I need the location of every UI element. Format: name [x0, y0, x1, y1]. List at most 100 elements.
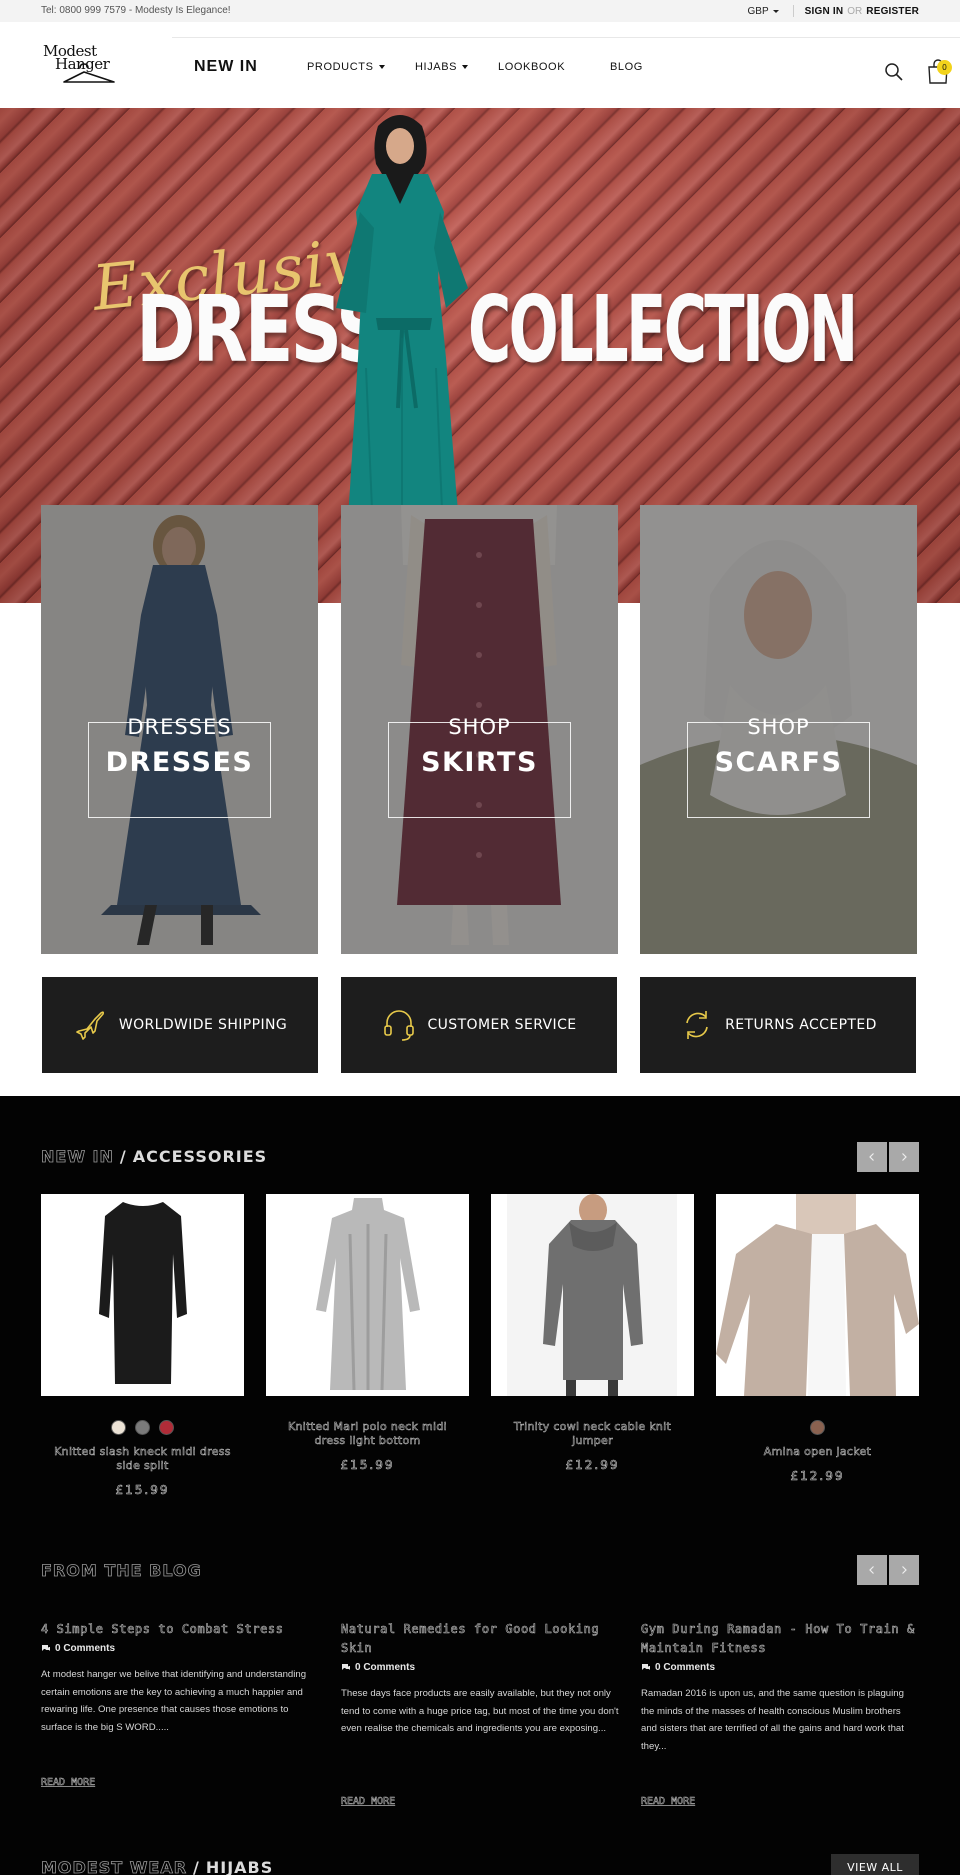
- carousel-next-button[interactable]: [889, 1142, 919, 1172]
- post-excerpt: At modest hanger we belive that identify…: [41, 1669, 307, 1733]
- color-swatch[interactable]: [135, 1420, 150, 1435]
- carousel-prev-button[interactable]: [857, 1142, 887, 1172]
- read-more-link[interactable]: READ MORE: [41, 1777, 96, 1789]
- comments-icon: [42, 1645, 50, 1651]
- sign-in-link[interactable]: SIGN IN: [805, 6, 844, 17]
- top-bar: Tel: 0800 999 7579 - Modesty Is Elegance…: [0, 0, 960, 22]
- section-title-dim[interactable]: NEW IN: [41, 1147, 114, 1167]
- service-label: RETURNS ACCEPTED: [725, 1017, 877, 1033]
- product-card[interactable]: Knitted Marl polo neck midi dress light …: [266, 1194, 469, 1472]
- product-price: £15.99: [340, 1458, 395, 1473]
- section-title-slash: /: [119, 1147, 127, 1166]
- service-customer-service[interactable]: CUSTOMER SERVICE: [341, 977, 617, 1073]
- tile-label-line2: SKIRTS: [421, 747, 538, 778]
- product-name[interactable]: Amina open jacket: [716, 1445, 919, 1459]
- headset-icon: [384, 1010, 415, 1041]
- product-image[interactable]: [266, 1194, 469, 1396]
- product-name[interactable]: Knitted slash kneck midi dress side spli…: [41, 1445, 244, 1473]
- section-title-dim[interactable]: FROM THE BLOG: [41, 1561, 202, 1581]
- post-comments[interactable]: 0 Comments: [41, 1643, 319, 1654]
- product-image[interactable]: [41, 1194, 244, 1396]
- color-swatch[interactable]: [159, 1420, 174, 1435]
- blog-post: 4 Simple Steps to Combat Stress 0 Commen…: [41, 1620, 319, 1789]
- products-carousel-arrows: [857, 1142, 919, 1172]
- category-tile-dresses[interactable]: DRESSES DRESSES: [41, 505, 318, 954]
- post-title[interactable]: Gym During Ramadan - How To Train & Main…: [641, 1620, 919, 1658]
- chevron-right-icon: [902, 1153, 907, 1161]
- chevron-down-icon: [462, 65, 469, 70]
- section-title-bright[interactable]: HIJABS: [206, 1858, 273, 1875]
- color-swatch[interactable]: [111, 1420, 126, 1435]
- post-title[interactable]: Natural Remedies for Good Looking Skin: [341, 1620, 619, 1658]
- tile-label-line1-text: SHOP: [747, 715, 810, 739]
- service-returns-accepted[interactable]: RETURNS ACCEPTED: [640, 977, 916, 1073]
- product-name[interactable]: Trinity cowl neck cable knit jumper: [491, 1420, 694, 1448]
- carousel-prev-button[interactable]: [857, 1555, 887, 1585]
- product-card[interactable]: Amina open jacket £12.99: [716, 1194, 919, 1483]
- service-label: WORLDWIDE SHIPPING: [118, 1017, 288, 1033]
- tile-label-box: SHOP SCARFS: [687, 715, 870, 818]
- color-swatch[interactable]: [810, 1420, 825, 1435]
- cowl-neck-jumper-image: [507, 1194, 677, 1396]
- cart-count-badge[interactable]: 0: [937, 60, 952, 75]
- post-excerpt: These days face products are easily avai…: [341, 1688, 619, 1734]
- nav-products[interactable]: PRODUCTS: [307, 61, 385, 73]
- nav-lookbook[interactable]: LOOKBOOK: [498, 61, 565, 73]
- blog-post: Natural Remedies for Good Looking Skin 0…: [341, 1620, 619, 1808]
- black-dress-image: [99, 1202, 187, 1384]
- product-image[interactable]: [716, 1194, 919, 1396]
- product-price: £15.99: [115, 1483, 170, 1498]
- account-links: GBP SIGN IN OR REGISTER: [748, 5, 919, 17]
- post-comments[interactable]: 0 Comments: [641, 1662, 919, 1673]
- post-title[interactable]: 4 Simple Steps to Combat Stress: [41, 1620, 319, 1639]
- color-swatches: [41, 1420, 244, 1435]
- product-name[interactable]: Knitted Marl polo neck midi dress light …: [266, 1420, 469, 1448]
- tile-label-line1-text: SHOP: [448, 715, 511, 739]
- tile-label-line1: SHOP: [688, 715, 869, 739]
- read-more-link[interactable]: READ MORE: [341, 1796, 396, 1808]
- category-tile-scarfs[interactable]: SHOP SCARFS: [640, 505, 917, 954]
- register-link[interactable]: REGISTER: [866, 6, 919, 17]
- blog-carousel-arrows: [857, 1555, 919, 1585]
- color-swatches: [716, 1420, 919, 1435]
- post-comments[interactable]: 0 Comments: [341, 1662, 619, 1673]
- modest-hanger-logo[interactable]: Modest Hanger: [40, 42, 120, 86]
- search-icon[interactable]: [884, 62, 904, 82]
- nav-new-in[interactable]: NEW IN: [194, 58, 258, 76]
- contact-telephone: Tel: 0800 999 7579 - Modesty Is Elegance…: [41, 5, 231, 16]
- site-header: Modest Hanger NEW IN PRODUCTS HIJABS LOO…: [0, 22, 960, 108]
- view-all-button[interactable]: VIEW ALL: [831, 1854, 919, 1875]
- product-card[interactable]: Trinity cowl neck cable knit jumper £12.…: [491, 1194, 694, 1472]
- currency-selector[interactable]: GBP: [748, 6, 769, 17]
- refresh-icon: [686, 1011, 708, 1039]
- carousel-next-button[interactable]: [889, 1555, 919, 1585]
- tile-label-line2: SCARFS: [714, 747, 843, 778]
- chevron-down-icon: [378, 65, 385, 70]
- section-title-bright[interactable]: ACCESSORIES: [133, 1147, 267, 1166]
- nav-hijabs[interactable]: HIJABS: [415, 61, 469, 73]
- product-price: £12.99: [565, 1458, 620, 1473]
- tile-label-line2: DRESSES: [105, 747, 254, 778]
- section-title-dim[interactable]: MODEST WEAR: [41, 1858, 187, 1875]
- chevron-down-icon[interactable]: [772, 9, 779, 13]
- post-comments-count: 0 Comments: [355, 1662, 416, 1673]
- grey-knit-dress-image: [316, 1198, 420, 1391]
- comments-icon: [342, 1664, 350, 1670]
- product-card[interactable]: Knitted slash kneck midi dress side spli…: [41, 1194, 244, 1497]
- post-comments-count: 0 Comments: [655, 1662, 716, 1673]
- chevron-left-icon: [869, 1566, 874, 1574]
- chevron-right-icon: [902, 1566, 907, 1574]
- product-price: £12.99: [790, 1469, 845, 1484]
- post-comments-count: 0 Comments: [55, 1643, 116, 1654]
- section-title-hijabs: MODEST WEAR / HIJABS: [41, 1858, 273, 1875]
- nav-blog[interactable]: BLOG: [610, 61, 643, 73]
- nav-products-label: PRODUCTS: [307, 61, 374, 73]
- tile-label-line1: DRESSES: [89, 715, 270, 739]
- comments-icon: [642, 1664, 650, 1670]
- category-tile-skirts[interactable]: SHOP SKIRTS: [341, 505, 618, 954]
- post-excerpt: Ramadan 2016 is upon us, and the same qu…: [641, 1688, 904, 1752]
- product-image[interactable]: [491, 1194, 694, 1396]
- tile-label-line1: SHOP: [389, 715, 570, 739]
- service-worldwide-shipping[interactable]: WORLDWIDE SHIPPING: [42, 977, 318, 1073]
- read-more-link[interactable]: READ MORE: [641, 1796, 696, 1808]
